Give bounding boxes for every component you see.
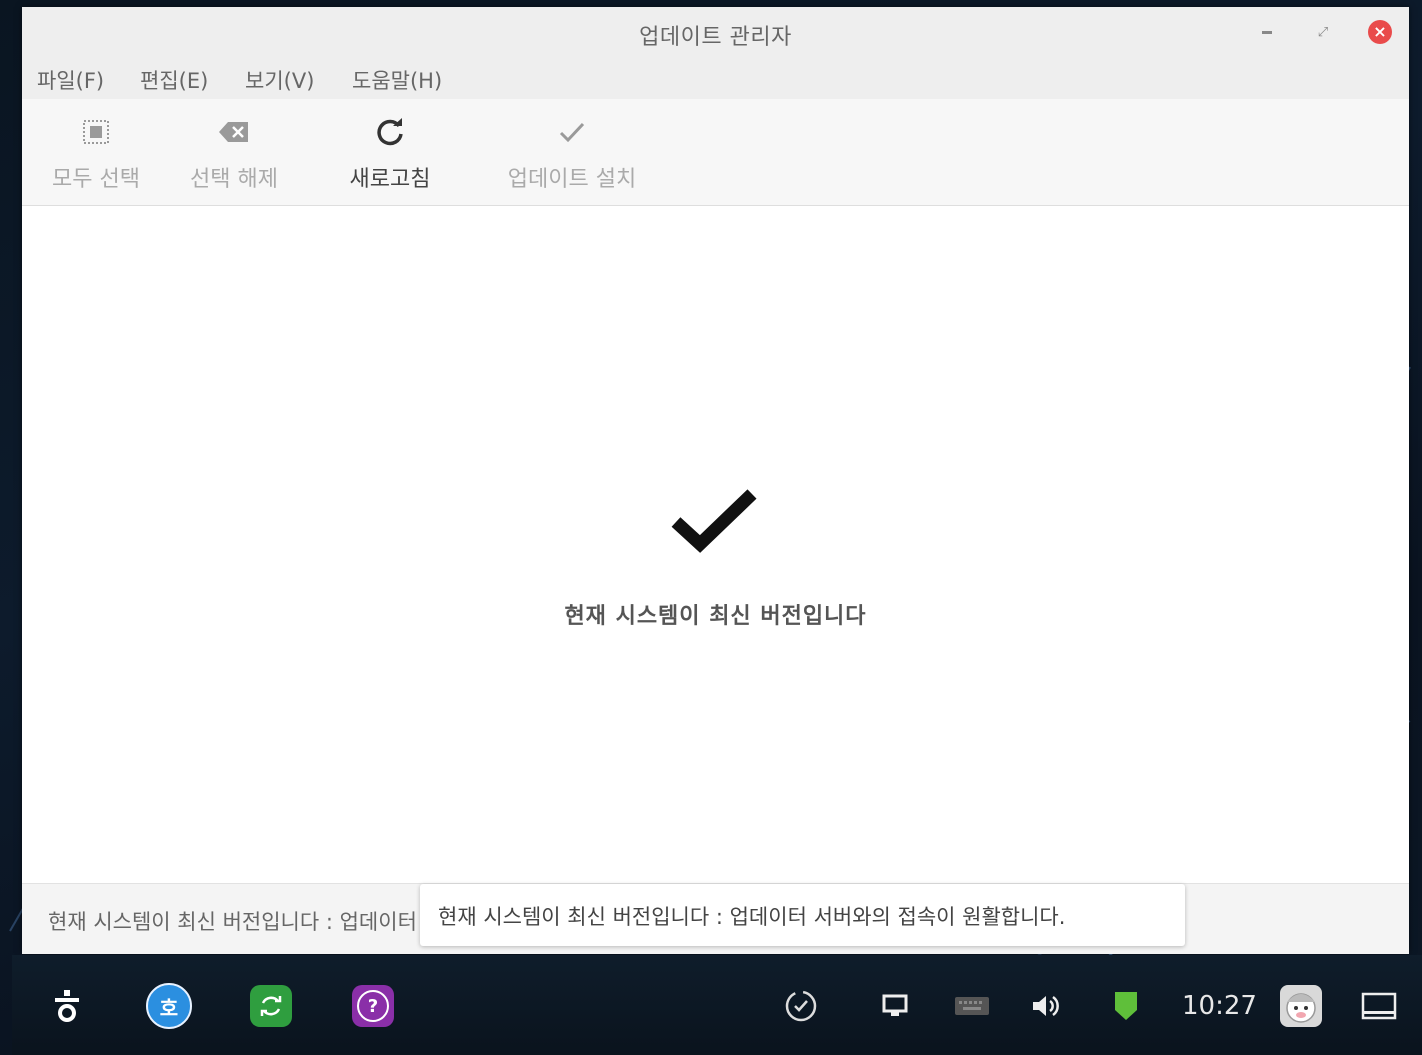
display-tray-button[interactable] <box>870 981 920 1031</box>
backspace-icon <box>172 117 296 147</box>
up-to-date-message: 현재 시스템이 최신 버전입니다 <box>564 604 867 629</box>
show-desktop-icon <box>1361 992 1397 1020</box>
check-icon <box>492 117 652 147</box>
select-all-icon <box>34 117 158 147</box>
taskbar: 호 ? 10:27 <box>12 955 1422 1055</box>
menu-file[interactable]: 파일(F) <box>37 65 104 95</box>
refresh-icon <box>328 117 452 147</box>
window-title: 업데이트 관리자 <box>639 25 792 50</box>
shield-tray-button[interactable] <box>1101 981 1151 1031</box>
hangul-start-icon <box>55 990 79 1022</box>
menu-help[interactable]: 도움말(H) <box>352 65 442 95</box>
hamonikr-icon: 호 <box>146 983 192 1029</box>
toolbar: 모두 선택 선택 해제 새로고침 업데이트 설치 <box>22 99 1409 206</box>
user-avatar-icon <box>1280 985 1322 1027</box>
menu-bar: 파일(F) 편집(E) 보기(V) 도움말(H) <box>22 57 1409 99</box>
refresh-label: 새로고침 <box>349 167 431 192</box>
tooltip-text: 현재 시스템이 최신 버전입니다 : 업데이터 서버와의 접속이 원활합니다. <box>438 905 1066 929</box>
keyboard-tray-button[interactable] <box>947 981 997 1031</box>
user-avatar-button[interactable] <box>1276 981 1326 1031</box>
hamonikr-app-button[interactable]: 호 <box>144 981 194 1031</box>
update-manager-icon <box>250 985 292 1027</box>
volume-icon <box>1033 995 1059 1017</box>
clock[interactable]: 10:27 <box>1182 991 1257 1021</box>
minimize-icon <box>1262 30 1272 34</box>
select-all-label: 모두 선택 <box>52 167 140 192</box>
install-updates-label: 업데이트 설치 <box>507 167 637 192</box>
deselect-label: 선택 해제 <box>190 167 278 192</box>
deselect-button[interactable]: 선택 해제 <box>172 99 296 205</box>
help-icon: ? <box>352 985 394 1027</box>
shield-icon <box>1115 992 1137 1020</box>
sync-icon <box>785 990 817 1022</box>
status-tooltip: 현재 시스템이 최신 버전입니다 : 업데이터 서버와의 접속이 원활합니다. <box>420 884 1185 946</box>
install-updates-button[interactable]: 업데이트 설치 <box>492 99 652 205</box>
menu-edit[interactable]: 편집(E) <box>140 65 208 95</box>
show-desktop-button[interactable] <box>1354 981 1404 1031</box>
keyboard-icon <box>955 997 989 1015</box>
close-button[interactable]: × <box>1365 17 1395 47</box>
help-app-button[interactable]: ? <box>348 981 398 1031</box>
refresh-button[interactable]: 새로고침 <box>328 99 452 205</box>
maximize-icon: ⤢ <box>1317 24 1329 40</box>
close-icon: × <box>1368 20 1392 44</box>
update-content-area: 현재 시스템이 최신 버전입니다 <box>22 206 1409 882</box>
checkmark-icon <box>671 489 757 553</box>
menu-view[interactable]: 보기(V) <box>245 65 314 95</box>
title-bar[interactable]: 업데이트 관리자 ⤢ × <box>22 7 1409 57</box>
update-manager-window: 업데이트 관리자 ⤢ × 파일(F) 편집(E) 보기(V) 도움말(H) 모두… <box>22 7 1409 954</box>
select-all-button[interactable]: 모두 선택 <box>34 99 158 205</box>
minimize-button[interactable] <box>1252 17 1282 47</box>
maximize-button[interactable]: ⤢ <box>1308 17 1338 47</box>
display-icon <box>882 994 908 1016</box>
update-manager-app-button[interactable] <box>246 981 296 1031</box>
status-text: 현재 시스템이 최신 버전입니다 : 업데이터 서버와의 접속이 원활합니다. <box>48 910 418 934</box>
volume-tray-button[interactable] <box>1022 981 1072 1031</box>
sync-tray-button[interactable] <box>776 981 826 1031</box>
start-menu-button[interactable] <box>42 981 92 1031</box>
